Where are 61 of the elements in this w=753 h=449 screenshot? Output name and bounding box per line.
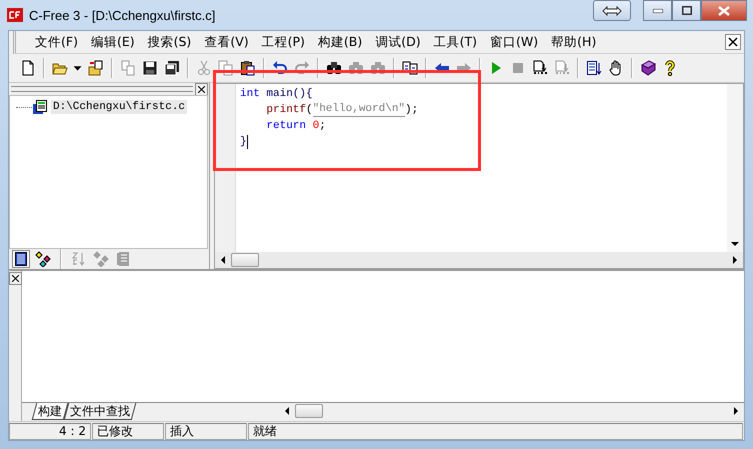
maximize-button[interactable] xyxy=(672,0,701,21)
scroll-right-icon[interactable] xyxy=(732,407,740,415)
close-icon xyxy=(198,86,205,92)
menu-item[interactable]: 文件(F) xyxy=(30,34,83,50)
scroll-left-icon[interactable] xyxy=(219,256,227,264)
code-token: main(){ xyxy=(265,87,313,102)
project-file-icon xyxy=(32,99,48,115)
menu-item[interactable]: 搜索(S) xyxy=(142,34,196,50)
folder-page-icon[interactable] xyxy=(88,60,104,76)
maximize-icon xyxy=(682,6,692,15)
code-token: ; xyxy=(319,119,326,134)
save-all-icon[interactable] xyxy=(164,60,180,76)
scroll-thumb[interactable] xyxy=(231,253,259,267)
code-token: ); xyxy=(405,103,418,118)
close-icon xyxy=(12,275,18,282)
menu-item[interactable]: 窗口(W) xyxy=(485,34,544,50)
compare-icon[interactable] xyxy=(402,60,418,76)
output-tab[interactable]: 文件中查找 xyxy=(64,403,136,420)
code-token: "hello,word\n" xyxy=(312,103,406,117)
file-list-icon[interactable] xyxy=(13,251,29,267)
tree-item[interactable]: D:\Cchengxu\firstc.c xyxy=(51,100,188,114)
close-button[interactable] xyxy=(8,272,22,285)
menu-item[interactable]: 调试(D) xyxy=(370,34,426,50)
close-icon[interactable] xyxy=(725,34,741,50)
scroll-down-icon[interactable] xyxy=(731,240,739,248)
close-button[interactable] xyxy=(195,82,208,96)
menu-item[interactable]: 工程(P) xyxy=(256,34,310,50)
code-token: } xyxy=(240,135,247,150)
code-token: return xyxy=(266,119,306,134)
menu-item[interactable]: 构建(B) xyxy=(312,34,368,50)
code-editor[interactable]: int main(){ printf("hello,word\n"); return 0; } xyxy=(236,84,727,252)
menu-item[interactable]: 编辑(E) xyxy=(86,34,140,50)
scroll-right-icon[interactable] xyxy=(731,256,739,264)
status-field: 已修改 xyxy=(92,423,164,440)
window-title: C-Free 3 - [D:\Cchengxu\firstc.c] xyxy=(29,8,216,22)
code-token: ( xyxy=(306,103,313,118)
status-field: 就绪 xyxy=(248,423,743,440)
save-icon[interactable] xyxy=(142,60,158,76)
status-field: 4 : 2 xyxy=(9,423,91,440)
minimize-button[interactable] xyxy=(643,0,672,21)
code-token: 0 xyxy=(312,119,320,134)
binoculars-icon[interactable] xyxy=(326,60,342,76)
status-field: 插入 xyxy=(165,423,247,440)
menu-item[interactable]: 查看(V) xyxy=(199,34,254,50)
double-arrow-icon xyxy=(602,6,622,16)
menu-item[interactable]: 帮助(H) xyxy=(546,34,602,50)
minimize-icon xyxy=(652,8,662,12)
undo-icon[interactable] xyxy=(272,60,288,76)
switch-button[interactable] xyxy=(593,0,631,21)
scroll-left-icon[interactable] xyxy=(283,407,291,415)
scroll-thumb[interactable] xyxy=(295,404,323,418)
list-icon[interactable] xyxy=(586,60,602,76)
clipboard-icon[interactable] xyxy=(240,60,256,76)
close-icon xyxy=(718,6,730,16)
output-tab[interactable]: 构建 xyxy=(32,403,68,420)
menu-item[interactable]: 工具(T) xyxy=(428,34,482,50)
page-arrow-icon[interactable] xyxy=(532,60,548,76)
code-token: printf xyxy=(266,103,306,118)
page-icon[interactable] xyxy=(20,60,36,76)
diamonds-icon[interactable] xyxy=(35,251,51,267)
code-token: int xyxy=(240,87,260,102)
